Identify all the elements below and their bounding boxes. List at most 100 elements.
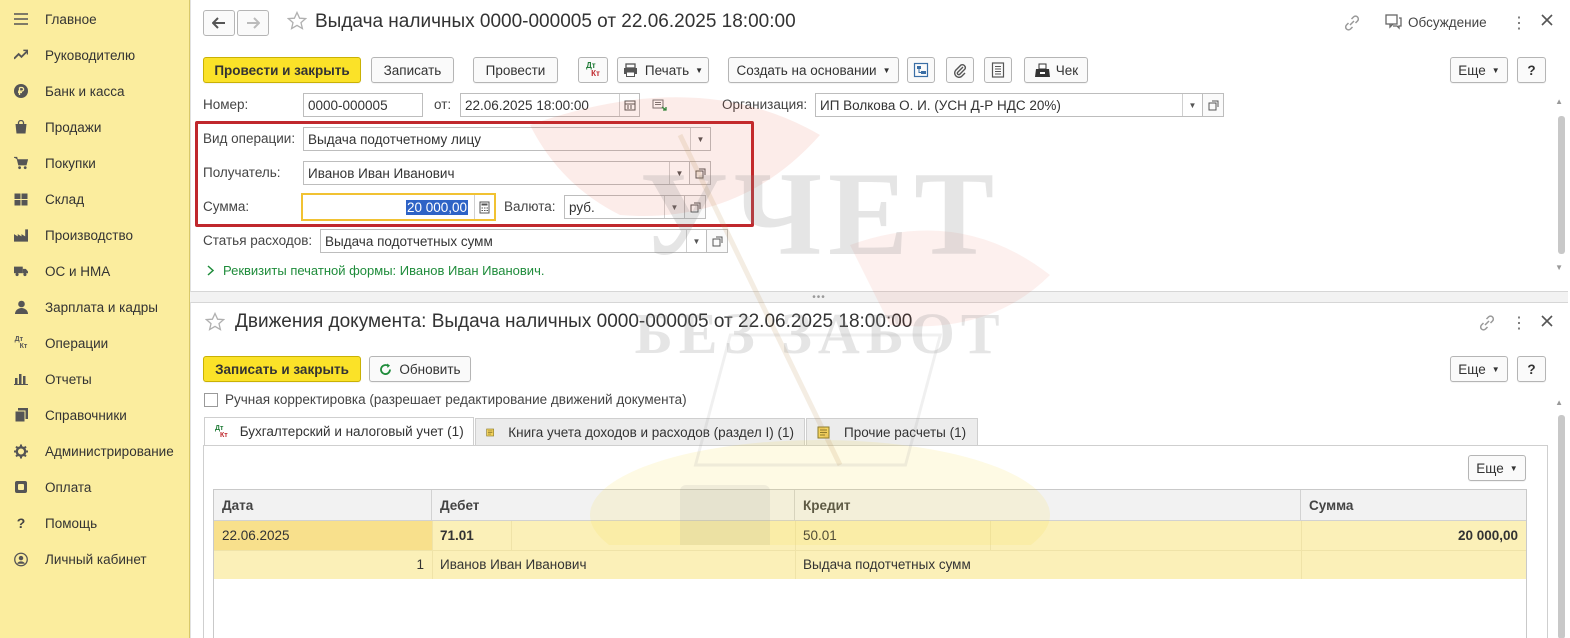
chevron-down-icon[interactable]: ▼ <box>669 162 689 184</box>
chevron-down-icon[interactable]: ▼ <box>1182 94 1202 116</box>
attach-button[interactable] <box>946 57 974 83</box>
column-header-date[interactable]: Дата <box>214 490 432 521</box>
movements-form: Движения документа: Выдача наличных 0000… <box>190 302 1568 638</box>
scroll-up-icon[interactable]: ▲ <box>1555 97 1563 106</box>
trend-icon <box>14 48 28 62</box>
sidebar-item[interactable]: Продажи <box>0 109 189 145</box>
recipient-open-button[interactable] <box>689 161 711 185</box>
receipt-button[interactable]: Чек <box>1024 57 1088 83</box>
column-header-credit[interactable]: Кредит <box>795 490 1301 521</box>
dt-kt-icon: Дт Кт <box>586 61 600 78</box>
favorite-star-icon[interactable] <box>286 10 308 34</box>
post-and-close-button[interactable]: Провести и закрыть <box>203 57 361 83</box>
open-icon <box>712 236 722 246</box>
more-vertical-icon[interactable]: ⋮ <box>1511 13 1527 33</box>
expense-item-select[interactable]: Выдача подотчетных сумм ▼ <box>320 229 707 253</box>
sidebar-item[interactable]: ? Помощь <box>0 505 189 541</box>
scrollbar[interactable] <box>1558 415 1565 638</box>
save-button[interactable]: Записать <box>371 57 454 83</box>
manual-edit-checkbox[interactable] <box>204 393 218 407</box>
organization-select[interactable]: ИП Волкова О. И. (УСН Д-Р НДС 20%) ▼ <box>815 93 1203 117</box>
currency-open-button[interactable] <box>684 195 706 219</box>
sidebar-item[interactable]: Главное <box>0 1 189 37</box>
sidebar-item[interactable]: Производство <box>0 217 189 253</box>
scroll-up-icon[interactable]: ▲ <box>1555 398 1563 407</box>
post-button[interactable]: Провести <box>473 57 558 83</box>
bag-icon <box>14 120 28 134</box>
sidebar-item-label: Зарплата и кадры <box>45 299 158 315</box>
sidebar-item[interactable]: Зарплата и кадры <box>0 289 189 325</box>
tab-accounting[interactable]: Дт Кт Бухгалтерский и налоговый учет (1) <box>204 417 474 445</box>
refresh-button[interactable]: Обновить <box>369 356 471 382</box>
tab-other-settlements[interactable]: Прочие расчеты (1) <box>806 418 978 445</box>
related-documents-icon[interactable] <box>652 98 668 115</box>
chevron-down-icon[interactable]: ▼ <box>664 196 684 218</box>
sidebar-item[interactable]: Администрирование <box>0 433 189 469</box>
scrollbar[interactable] <box>1558 116 1565 254</box>
back-button[interactable] <box>203 10 235 36</box>
create-based-on-button[interactable]: Создать на основании ▼ <box>728 57 899 83</box>
sidebar-item[interactable]: Справочники <box>0 397 189 433</box>
date-input[interactable]: 22.06.2025 18:00:00 <box>460 93 640 117</box>
sidebar-item-label: Справочники <box>45 407 127 423</box>
sidebar-item[interactable]: Оплата <box>0 469 189 505</box>
more-button[interactable]: Еще ▼ <box>1450 57 1508 83</box>
forward-button[interactable] <box>237 10 269 36</box>
sidebar-item-label: Производство <box>45 227 134 243</box>
app-root: Главное Руководителю Банк и касса Продажи По… <box>0 0 1570 638</box>
print-button[interactable]: Печать ▼ <box>617 57 709 83</box>
sidebar-item[interactable]: Личный кабинет <box>0 541 189 577</box>
sidebar-item[interactable]: Покупки <box>0 145 189 181</box>
cell-divider <box>990 521 991 550</box>
warehouse-icon <box>14 192 28 206</box>
column-header-sum[interactable]: Сумма <box>1301 490 1526 521</box>
question-icon: ? <box>16 515 26 531</box>
operation-type-select[interactable]: Выдача подотчетному лицу ▼ <box>303 127 711 151</box>
list-icon <box>991 62 1005 78</box>
document-list-button[interactable] <box>984 57 1012 83</box>
expense-item-label: Статья расходов: <box>203 233 313 248</box>
favorite-star-icon[interactable] <box>204 311 226 335</box>
sidebar-item-label: ОС и НМА <box>45 263 111 279</box>
arrow-right-icon <box>247 17 260 29</box>
sidebar-item-label: Личный кабинет <box>45 551 147 567</box>
sidebar-item[interactable]: Отчеты <box>0 361 189 397</box>
more-vertical-icon[interactable]: ⋮ <box>1511 313 1527 333</box>
expense-item-open-button[interactable] <box>706 229 728 253</box>
organization-open-button[interactable] <box>1202 93 1224 117</box>
table-row[interactable]: 22.06.2025 71.01 50.01 20 000,00 1 Ивано… <box>214 521 1526 579</box>
chevron-down-icon[interactable]: ▼ <box>686 230 706 252</box>
number-input[interactable]: 0000-000005 <box>303 93 423 117</box>
chevron-down-icon[interactable]: ▼ <box>690 128 710 150</box>
cell-row-number: 1 <box>416 557 424 572</box>
printer-icon <box>623 63 637 77</box>
column-header-debit[interactable]: Дебет <box>432 490 795 521</box>
tab-income-book[interactable]: Книга учета доходов и расходов (раздел I… <box>475 418 805 445</box>
discussion-button[interactable]: Обсуждение <box>1385 14 1487 30</box>
print-details-group[interactable]: Реквизиты печатной формы: Иванов Иван Ив… <box>205 263 544 278</box>
structure-button[interactable] <box>907 57 935 83</box>
sidebar-item[interactable]: Склад <box>0 181 189 217</box>
calendar-icon[interactable] <box>619 94 639 116</box>
table-more-button[interactable]: Еще ▼ <box>1468 455 1526 481</box>
link-icon[interactable] <box>1343 14 1361 35</box>
currency-select[interactable]: руб. ▼ <box>564 195 685 219</box>
splitter[interactable]: ••• <box>190 292 1568 303</box>
help-button[interactable]: ? <box>1517 57 1546 83</box>
sidebar-item[interactable]: ОС и НМА <box>0 253 189 289</box>
help-button[interactable]: ? <box>1517 356 1546 382</box>
sum-input[interactable]: 20 000,00 <box>301 193 496 221</box>
close-icon[interactable] <box>1540 314 1554 331</box>
link-icon[interactable] <box>1478 314 1496 335</box>
sidebar-item[interactable]: Банк и касса <box>0 73 189 109</box>
save-and-close-button[interactable]: Записать и закрыть <box>203 356 361 382</box>
dt-kt-button[interactable]: Дт Кт <box>578 57 608 83</box>
sidebar-item[interactable]: Дт Кт Операции <box>0 325 189 361</box>
scroll-down-icon[interactable]: ▼ <box>1555 263 1563 272</box>
more-button[interactable]: Еще ▼ <box>1450 356 1508 382</box>
operation-type-label: Вид операции: <box>203 131 296 146</box>
close-icon[interactable] <box>1540 13 1554 30</box>
recipient-select[interactable]: Иванов Иван Иванович ▼ <box>303 161 690 185</box>
sidebar-item[interactable]: Руководителю <box>0 37 189 73</box>
calculator-icon[interactable] <box>474 195 494 219</box>
